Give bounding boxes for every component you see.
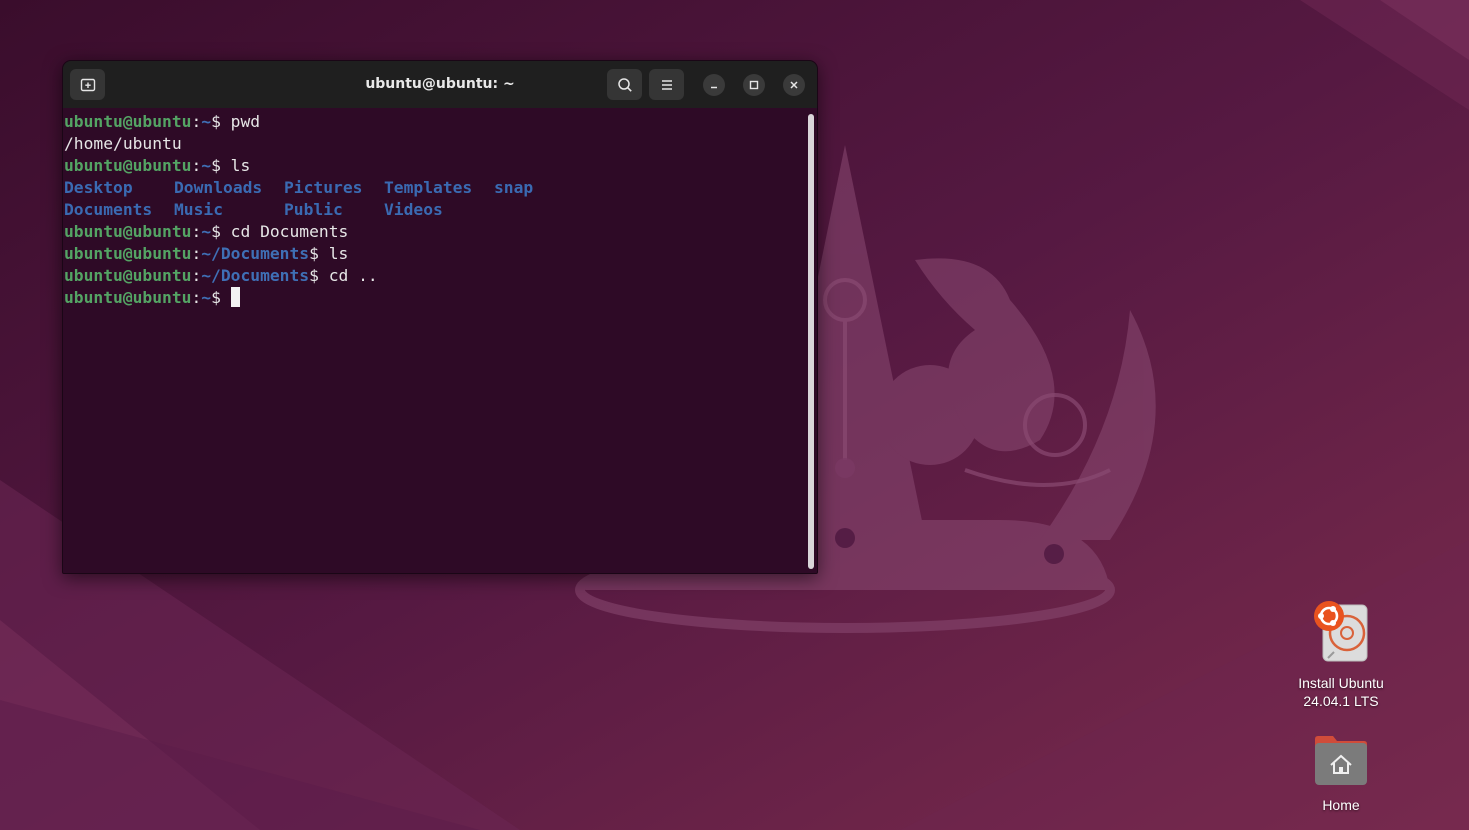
ls-output-row: Documents Music Public Videos: [64, 199, 817, 221]
prompt-user: ubuntu@ubuntu: [64, 288, 192, 307]
command-text: pwd: [230, 112, 261, 131]
terminal-window[interactable]: ubuntu@ubuntu: ~ ubuntu@ubuntu:~$ pwd /h…: [62, 60, 818, 574]
prompt-line: ubuntu@ubuntu:~/Documents$ cd ..: [64, 265, 817, 287]
dir-entry: Music: [174, 200, 224, 219]
output-line: /home/ubuntu: [64, 134, 182, 153]
dir-entry: Downloads: [174, 178, 263, 197]
prompt-sep: :: [191, 222, 202, 241]
home-folder-icon: [1315, 736, 1367, 785]
dir-entry: Documents: [64, 200, 153, 219]
prompt-line: ubuntu@ubuntu:~$ ls: [64, 155, 817, 177]
maximize-button[interactable]: [743, 74, 765, 96]
desktop-icon-home[interactable]: Home: [1281, 733, 1401, 814]
terminal-output[interactable]: ubuntu@ubuntu:~$ pwd /home/ubuntu ubuntu…: [63, 108, 817, 573]
icon-label-line1: Install Ubuntu: [1298, 675, 1384, 691]
prompt-symbol: $: [211, 288, 231, 307]
prompt-symbol: $: [309, 244, 329, 263]
command-text: cd Documents: [230, 222, 349, 241]
dir-entry: Videos: [384, 200, 443, 219]
desktop-icon-install-ubuntu[interactable]: Install Ubuntu 24.04.1 LTS: [1281, 600, 1401, 710]
prompt-symbol: $: [211, 222, 231, 241]
prompt-sep: :: [191, 288, 202, 307]
close-button[interactable]: [783, 74, 805, 96]
prompt-path: ~: [201, 222, 212, 241]
command-text: cd ..: [328, 266, 378, 285]
terminal-titlebar[interactable]: ubuntu@ubuntu: ~: [63, 61, 817, 108]
icon-label-line2: 24.04.1 LTS: [1303, 693, 1379, 709]
command-text: ls: [328, 244, 349, 263]
text-cursor: [230, 287, 240, 307]
prompt-line: ubuntu@ubuntu:~$ cd Documents: [64, 221, 817, 243]
prompt-path: ~/Documents: [201, 266, 310, 285]
minimize-button[interactable]: [703, 74, 725, 96]
prompt-sep: :: [191, 244, 202, 263]
ls-output-row: Desktop Downloads Pictures Templates snap: [64, 177, 817, 199]
prompt-sep: :: [191, 112, 202, 131]
minimize-icon: [711, 86, 717, 89]
prompt-user: ubuntu@ubuntu: [64, 156, 192, 175]
prompt-line: ubuntu@ubuntu:~/Documents$ ls: [64, 243, 817, 265]
prompt-sep: :: [191, 266, 202, 285]
dir-entry: Public: [284, 200, 343, 219]
close-icon: [790, 81, 798, 89]
command-text: ls: [230, 156, 251, 175]
menu-button[interactable]: [649, 69, 684, 100]
prompt-symbol: $: [211, 156, 231, 175]
terminal-scrollbar[interactable]: [808, 114, 814, 569]
hamburger-menu-icon: [661, 79, 672, 90]
prompt-user: ubuntu@ubuntu: [64, 244, 192, 263]
prompt-line: ubuntu@ubuntu:~$ pwd: [64, 111, 817, 133]
prompt-path: ~: [201, 156, 212, 175]
prompt-path: ~/Documents: [201, 244, 310, 263]
prompt-sep: :: [191, 156, 202, 175]
prompt-user: ubuntu@ubuntu: [64, 112, 192, 131]
maximize-icon: [749, 80, 759, 90]
dir-entry: Pictures: [284, 178, 363, 197]
prompt-user: ubuntu@ubuntu: [64, 222, 192, 241]
current-prompt-line[interactable]: ubuntu@ubuntu:~$: [64, 287, 817, 309]
ubuntu-installer-icon: [1314, 601, 1368, 662]
dir-entry: Templates: [384, 178, 473, 197]
prompt-path: ~: [201, 288, 212, 307]
icon-label: Home: [1322, 797, 1360, 813]
prompt-symbol: $: [211, 112, 231, 131]
dir-entry: Desktop: [64, 178, 133, 197]
prompt-path: ~: [201, 112, 212, 131]
prompt-user: ubuntu@ubuntu: [64, 266, 192, 285]
dir-entry: snap: [494, 178, 534, 197]
search-button[interactable]: [607, 69, 642, 100]
search-icon: [617, 77, 632, 92]
prompt-symbol: $: [309, 266, 329, 285]
